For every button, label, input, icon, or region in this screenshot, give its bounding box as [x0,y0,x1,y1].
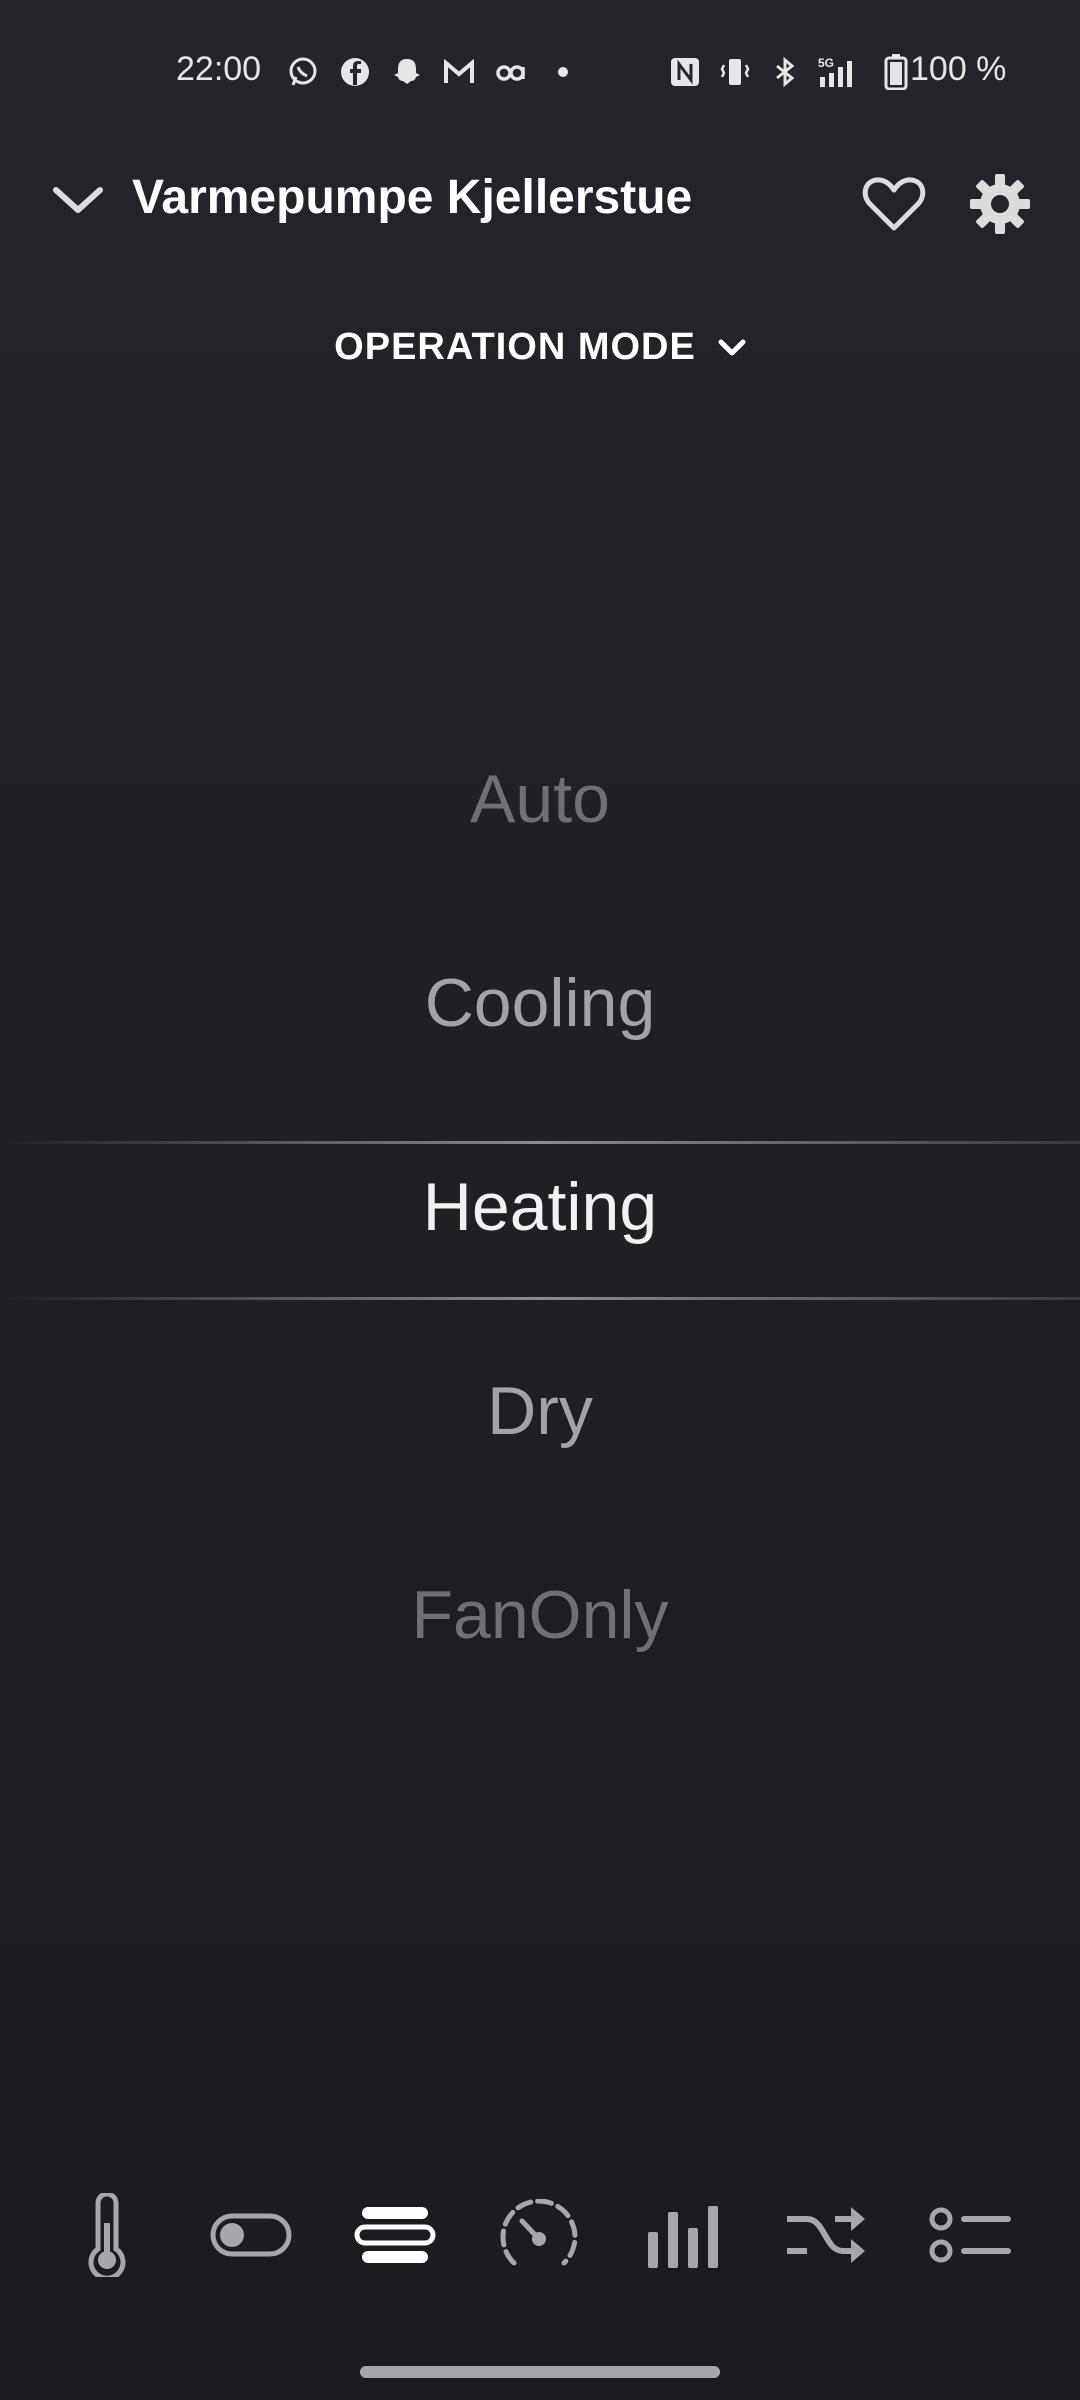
collapse-button[interactable] [46,168,110,232]
vibrate-icon [718,55,752,89]
snapchat-icon [390,55,424,89]
picker-item-dry[interactable]: Dry [0,1372,1080,1450]
nav-temperature[interactable] [57,2180,157,2290]
nav-operation-mode[interactable] [345,2180,445,2290]
picker-item-fanonly[interactable]: FanOnly [0,1576,1080,1654]
chevron-down-icon [718,339,746,355]
nav-statistics[interactable] [633,2180,733,2290]
battery-percentage: 100 % [910,50,1007,88]
operation-mode-dropdown[interactable]: OPERATION MODE [0,326,1080,369]
picker-item-cooling[interactable]: Cooling [0,964,1080,1042]
page-title: Varmepumpe Kjellerstue [132,171,693,224]
picker-item-auto[interactable]: Auto [0,760,1080,838]
bar-chart-icon [648,2206,718,2268]
nav-fan-speed[interactable] [489,2180,589,2290]
nfc-icon [668,55,702,89]
picker-selection-divider-top [0,1141,1080,1144]
oa-icon [494,55,528,89]
list-icon [929,2207,1011,2263]
chevron-down-icon [53,187,103,213]
notification-icons [286,52,580,92]
system-icons: 5G [668,52,908,92]
gear-icon [970,174,1030,234]
signal-icon: 5G [818,55,868,89]
status-bar: 22:00 5G 100 % [0,0,1080,140]
nav-settings-list[interactable] [921,2180,1021,2290]
gauge-icon [500,2199,578,2266]
operation-mode-label: OPERATION MODE [334,326,696,368]
battery-icon [884,54,908,90]
settings-button[interactable] [964,168,1036,240]
facebook-icon [338,55,372,89]
heart-icon [862,177,926,231]
svg-text:5G: 5G [818,56,834,70]
app-header: Varmepumpe Kjellerstue [0,150,1080,250]
nav-swing[interactable] [777,2180,877,2290]
home-indicator[interactable] [360,2366,720,2378]
toggle-icon [210,2213,292,2257]
picker-selection-divider-bottom [0,1297,1080,1300]
thermometer-icon [88,2193,126,2277]
gmail-icon [442,55,476,89]
whatsapp-icon [286,55,320,89]
bluetooth-icon [768,55,802,89]
favorite-button[interactable] [858,168,930,240]
operation-mode-icon [354,2207,436,2263]
picker-item-heating-selected[interactable]: Heating [0,1168,1080,1246]
dot-icon [546,55,580,89]
bottom-navigation [0,2180,1080,2290]
nav-power[interactable] [201,2180,301,2290]
mode-picker[interactable]: Auto Cooling Heating Dry FanOnly [0,760,1080,1760]
shuffle-icon [787,2207,865,2263]
status-time: 22:00 [176,50,262,88]
